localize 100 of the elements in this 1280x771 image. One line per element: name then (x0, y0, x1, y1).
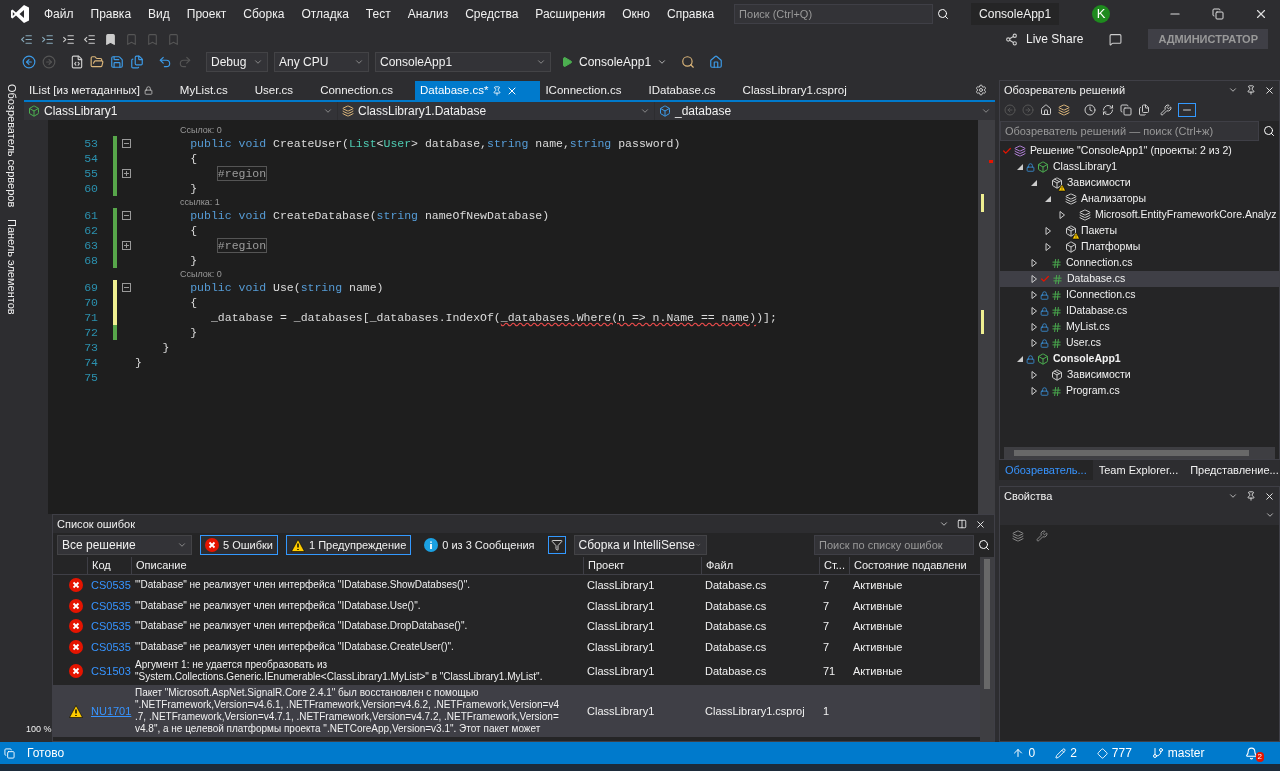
undo-icon[interactable] (158, 55, 172, 69)
column-header[interactable]: Состояние подавлени (854, 557, 967, 574)
tree-item[interactable]: Решение "ConsoleApp1" (проекты: 2 из 2) (1000, 143, 1279, 159)
collapsed-icon[interactable] (1030, 323, 1038, 331)
search-field[interactable]: Поиск (Ctrl+Q) (734, 4, 934, 24)
tree-item[interactable]: ClassLibrary1 (1000, 159, 1279, 175)
close-icon[interactable] (1254, 7, 1268, 21)
share-icon[interactable] (1005, 32, 1018, 46)
pending-edits-count[interactable]: 2 (1070, 744, 1077, 762)
editor-tab[interactable]: ClassLibrary1.csproj (737, 81, 869, 100)
selected-row[interactable] (53, 685, 980, 737)
close-icon[interactable] (975, 518, 986, 530)
collapse-all-icon[interactable] (1120, 104, 1132, 116)
editor-tab[interactable]: IDatabase.cs (643, 81, 738, 100)
error-code-link[interactable]: CS0535 (91, 640, 131, 653)
error-code-link[interactable]: CS0535 (91, 620, 131, 632)
menu-item[interactable]: Расширения (535, 5, 606, 23)
menu-item[interactable]: Файл (44, 5, 74, 23)
editor-tab[interactable]: MyList.cs (174, 81, 250, 100)
save-all-icon[interactable] (130, 55, 144, 69)
tree-item[interactable]: Пакеты (1000, 223, 1279, 239)
folder-icon[interactable] (90, 55, 104, 69)
back-icon[interactable] (22, 55, 36, 69)
menu-item[interactable]: Вид (148, 5, 170, 23)
indent-icon[interactable] (83, 32, 96, 46)
code-lens[interactable]: Ссылок: 0 (180, 269, 222, 279)
indent-icon[interactable] (62, 32, 75, 46)
play-icon[interactable] (561, 56, 573, 68)
side-tab[interactable]: Обозреватель серверов (3, 84, 21, 208)
editor-tab[interactable]: Database.cs* (415, 81, 541, 100)
live-share-button[interactable]: Live Share (1026, 30, 1084, 48)
new-project-icon[interactable] (70, 55, 84, 69)
search-icon[interactable] (1263, 125, 1275, 137)
branch-icon[interactable] (1151, 747, 1164, 759)
tree-item[interactable]: Зависимости (1000, 175, 1279, 191)
editor-tab[interactable]: User.cs (249, 81, 316, 100)
expanded-icon[interactable] (1044, 195, 1052, 203)
restore-icon[interactable] (1212, 8, 1224, 20)
close-icon[interactable] (1264, 490, 1275, 502)
home-icon[interactable] (1040, 104, 1052, 116)
run-button[interactable]: ConsoleApp1 (579, 53, 652, 71)
scope-dropdown[interactable]: Все решение (57, 535, 192, 555)
expanded-icon[interactable] (1016, 163, 1024, 171)
expand-icon[interactable] (121, 169, 131, 178)
collapsed-icon[interactable] (1044, 243, 1052, 251)
menu-item[interactable]: Окно (622, 5, 651, 23)
collapsed-icon[interactable] (1044, 227, 1052, 235)
branch-name[interactable]: master (1167, 744, 1205, 762)
find-icon[interactable] (681, 55, 696, 69)
admin-button[interactable]: АДМИНИСТРАТОР (1148, 29, 1268, 49)
collapsed-icon[interactable] (1030, 339, 1038, 347)
pin-icon[interactable] (1246, 85, 1256, 95)
tree-item[interactable]: Платформы (1000, 239, 1279, 255)
search-icon[interactable] (978, 539, 990, 551)
search-field[interactable]: Поиск по списку ошибок (814, 535, 974, 555)
maximize-icon[interactable] (957, 519, 967, 529)
show-all-files-icon[interactable] (1138, 104, 1150, 116)
panel-tab[interactable]: Team Explorer... (1092, 460, 1185, 480)
tree-item[interactable]: Анализаторы (1000, 191, 1279, 207)
search-icon[interactable] (937, 8, 950, 20)
sync-icon[interactable] (1102, 104, 1114, 116)
tree-item[interactable]: IConnection.cs (1000, 287, 1279, 303)
arrow-up-icon[interactable] (1012, 747, 1025, 759)
scrollbar[interactable] (978, 120, 995, 514)
outline-icon[interactable] (41, 32, 54, 46)
startup-project-dropdown[interactable]: ConsoleApp1 (375, 52, 551, 72)
pin-icon[interactable] (492, 85, 503, 96)
outline-icon[interactable] (20, 32, 33, 46)
collapsed-icon[interactable] (1058, 211, 1066, 219)
collapsed-icon[interactable] (1030, 307, 1038, 315)
scrollbar[interactable] (1004, 447, 1275, 459)
bell-icon[interactable] (1244, 746, 1258, 760)
filter-icon[interactable] (547, 536, 566, 554)
menu-item[interactable]: Отладка (301, 5, 349, 23)
source-dropdown[interactable]: Сборка и IntelliSense (573, 535, 707, 555)
search-field[interactable]: Обозреватель решений — поиск (Ctrl+ж) (1000, 121, 1259, 141)
zoom-level[interactable]: 100 % (26, 722, 52, 736)
menu-item[interactable]: Анализ (407, 5, 449, 23)
properties-icon[interactable] (1036, 530, 1048, 542)
configuration-dropdown[interactable]: Debug (206, 52, 268, 72)
collapsed-icon[interactable] (1030, 371, 1038, 379)
side-tab[interactable]: Панель элементов (3, 219, 21, 315)
collapse-icon[interactable] (121, 283, 131, 292)
tree-item[interactable]: Microsoft.EntityFrameworkCore.Analyz (1000, 207, 1279, 223)
collapsed-icon[interactable] (1030, 275, 1038, 283)
diamond-icon[interactable] (1096, 747, 1108, 759)
column-header[interactable]: Описание (136, 557, 187, 574)
expand-icon[interactable] (121, 241, 131, 250)
column-header[interactable]: Ст... (824, 557, 845, 574)
publish-count[interactable]: 0 (1028, 744, 1036, 762)
tree-item[interactable]: Database.cs (1000, 271, 1279, 287)
tree-item[interactable]: Program.cs (1000, 383, 1279, 399)
code-lens[interactable]: ссылка: 1 (180, 197, 220, 207)
collapsed-icon[interactable] (1030, 259, 1038, 267)
feedback-icon[interactable] (1109, 32, 1123, 46)
expanded-icon[interactable] (1030, 179, 1038, 187)
scrollbar[interactable] (980, 557, 994, 741)
menu-item[interactable]: Проект (186, 5, 227, 23)
error-code-link[interactable]: CS1503 (91, 664, 131, 677)
menu-item[interactable]: Справка (667, 5, 715, 23)
